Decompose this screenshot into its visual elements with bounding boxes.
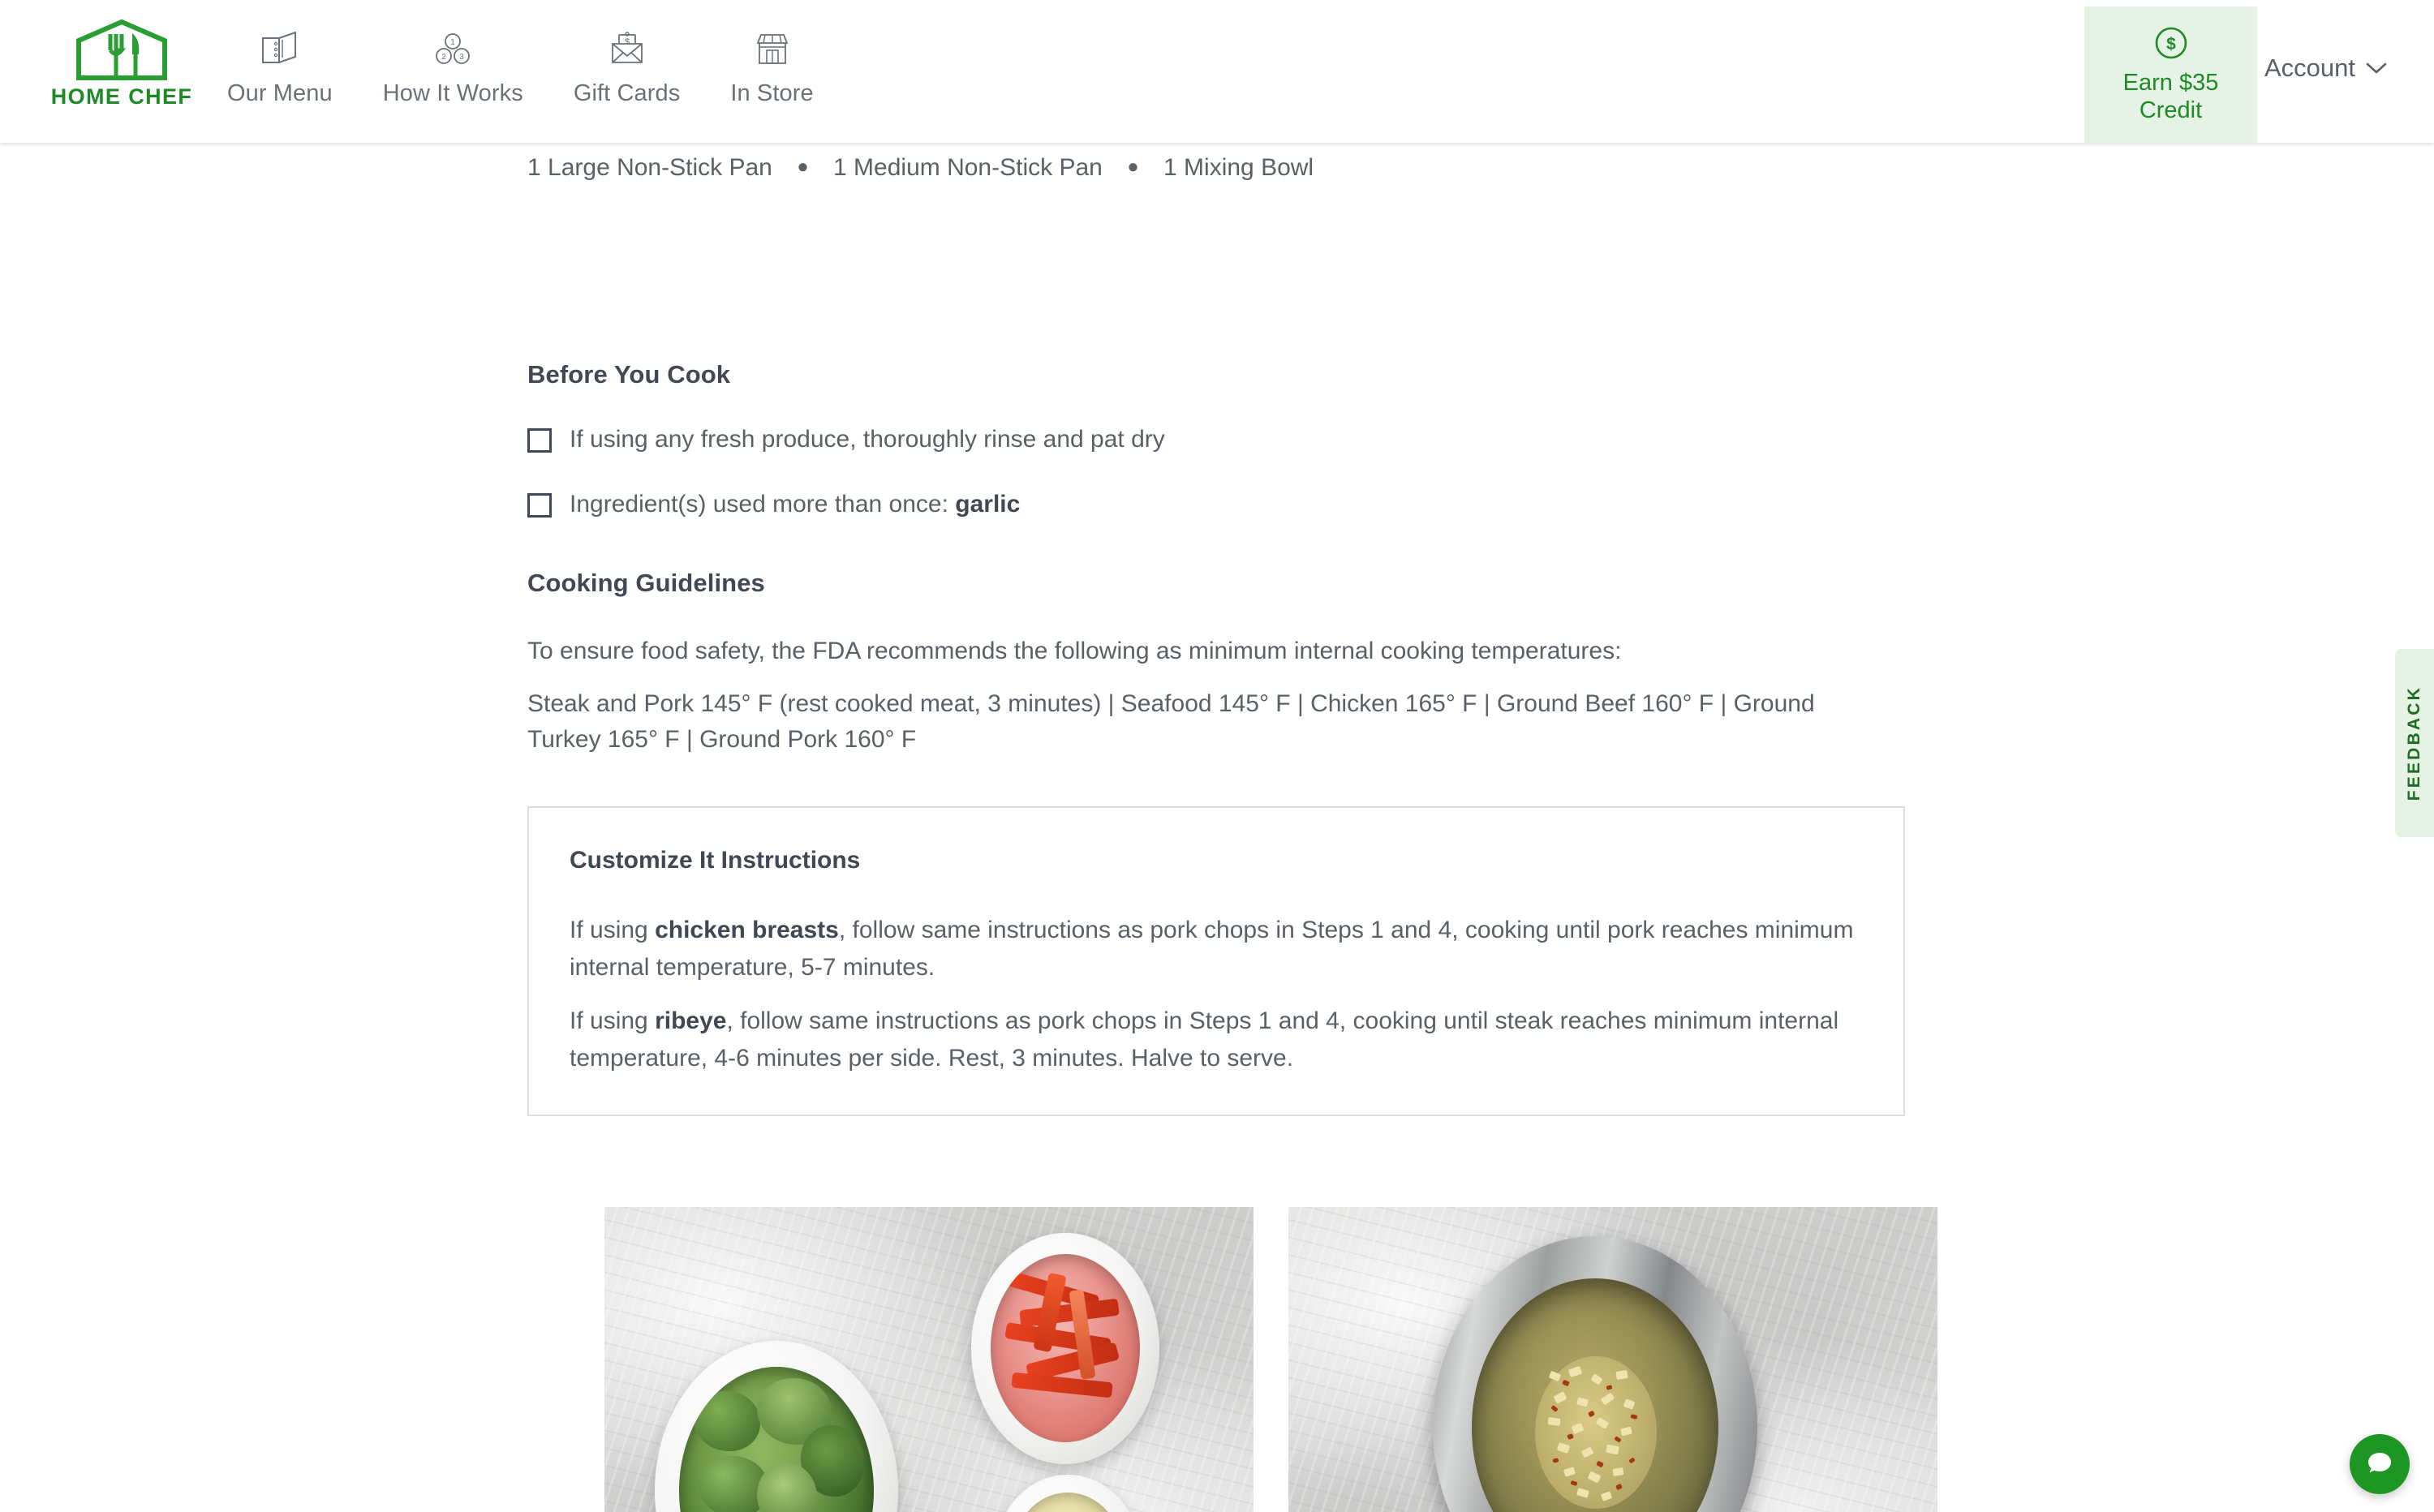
- before-cook-checkbox-row-1[interactable]: If using any fresh produce, thoroughly r…: [527, 425, 1165, 454]
- customize-it-title: Customize It Instructions: [570, 847, 861, 874]
- checkbox-label-rinse-produce: If using any fresh produce, thoroughly r…: [570, 426, 1165, 453]
- account-label: Account: [2264, 54, 2355, 82]
- svg-text:2: 2: [442, 53, 447, 62]
- equipment-list: 1 Large Non-Stick Pan ● 1 Medium Non-Sti…: [527, 154, 1314, 182]
- cooking-guidelines-heading: Cooking Guidelines: [527, 569, 765, 597]
- recipe-step-image-1: 1: [604, 1207, 1254, 1512]
- site-header: HOME CHEF Our Menu 1 2 3 How It Works $ …: [0, 0, 2434, 143]
- fda-intro-text: To ensure food safety, the FDA recommend…: [527, 638, 1622, 664]
- nav-label-our-menu: Our Menu: [227, 80, 333, 106]
- dollar-circle-icon: $: [2153, 25, 2189, 65]
- garlic-chili-mixture: [1535, 1356, 1657, 1509]
- svg-text:3: 3: [460, 53, 465, 62]
- feedback-tab[interactable]: FEEDBACK: [2395, 649, 2434, 837]
- home-chef-logo[interactable]: HOME CHEF: [45, 18, 199, 119]
- cooking-temperatures-text: Steak and Pork 145° F (rest cooked meat,…: [527, 690, 1815, 753]
- recipe-step-image-2: 2: [1288, 1207, 1937, 1512]
- step-2-photo: 2: [1288, 1207, 1937, 1512]
- earn-credit-line1: Earn $35: [2122, 69, 2219, 96]
- house-fork-knife-icon: [76, 19, 167, 80]
- earn-credit-button[interactable]: $ Earn $35 Credit: [2084, 6, 2257, 143]
- chat-support-button[interactable]: [2350, 1434, 2410, 1494]
- primary-nav: Our Menu 1 2 3 How It Works $ Gift Cards…: [227, 24, 864, 107]
- equipment-item-1: 1 Medium Non-Stick Pan: [833, 154, 1103, 181]
- step-1-photo: 1: [604, 1207, 1254, 1512]
- chat-bubble-icon: [2364, 1447, 2395, 1482]
- before-you-cook-heading: Before You Cook: [527, 360, 731, 389]
- svg-text:$: $: [2166, 35, 2176, 54]
- customize-it-instructions-box: Customize It Instructions If using chick…: [527, 806, 1905, 1116]
- checkbox-rinse-produce[interactable]: [527, 428, 552, 453]
- nav-item-in-store[interactable]: In Store: [730, 24, 814, 107]
- before-cook-checkbox-row-2[interactable]: Ingredient(s) used more than once: garli…: [527, 490, 1020, 519]
- three-numbered-circles-icon: 1 2 3: [432, 24, 473, 75]
- nav-label-gift-cards: Gift Cards: [573, 80, 681, 106]
- customize-paragraph-ribeye: If using ribeye, follow same instruction…: [570, 1007, 1839, 1072]
- storefront-icon: [752, 24, 793, 75]
- account-menu[interactable]: Account: [2264, 54, 2387, 83]
- checkbox-used-more-than-once[interactable]: [527, 493, 552, 518]
- earn-credit-line2: Credit: [2139, 97, 2203, 123]
- red-pepper-bowl: [971, 1233, 1159, 1464]
- svg-text:1: 1: [451, 38, 456, 47]
- equipment-item-0: 1 Large Non-Stick Pan: [527, 154, 772, 181]
- logo-wordmark: HOME CHEF: [50, 84, 193, 109]
- equipment-separator-1: ●: [1127, 156, 1139, 178]
- customize-paragraph-chicken: If using chicken breasts, follow same in…: [570, 917, 1854, 981]
- oil-in-bowl: [1472, 1278, 1718, 1512]
- checkbox-label-used-more-than-once: Ingredient(s) used more than once: garli…: [570, 491, 1021, 518]
- nav-label-how-it-works: How It Works: [382, 80, 523, 106]
- nav-item-our-menu[interactable]: Our Menu: [227, 24, 333, 107]
- envelope-dollar-icon: $: [607, 24, 647, 75]
- equipment-item-2: 1 Mixing Bowl: [1163, 154, 1314, 181]
- feedback-label: FEEDBACK: [2405, 685, 2423, 801]
- nav-item-how-it-works[interactable]: 1 2 3 How It Works: [383, 24, 523, 107]
- open-menu-book-icon: [260, 24, 300, 75]
- nav-item-gift-cards[interactable]: $ Gift Cards: [574, 24, 681, 107]
- equipment-separator-0: ●: [797, 156, 809, 178]
- nav-label-in-store: In Store: [730, 80, 814, 106]
- page-root: HOME CHEF Our Menu 1 2 3 How It Works $ …: [0, 0, 2434, 1512]
- chevron-down-icon: [2366, 62, 2387, 75]
